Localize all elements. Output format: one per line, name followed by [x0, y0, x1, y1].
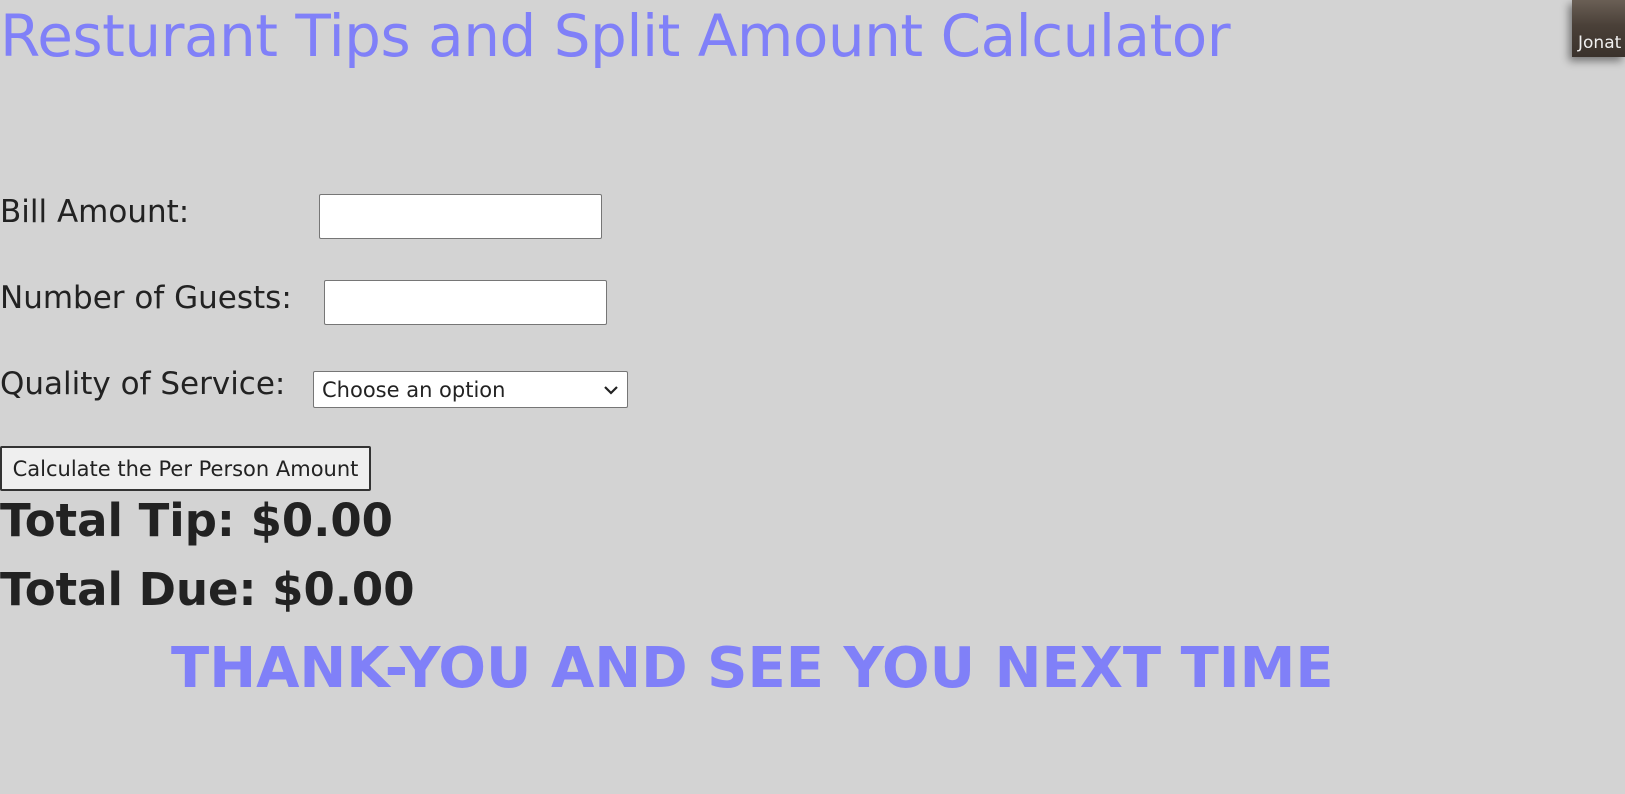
- bill-amount-input[interactable]: [319, 194, 602, 239]
- participant-video-thumbnail[interactable]: Jonat: [1572, 0, 1625, 57]
- total-tip-text: Total Tip: $0.00: [0, 494, 393, 547]
- number-of-guests-label: Number of Guests:: [0, 280, 292, 316]
- select-selected-value: Choose an option: [322, 377, 506, 402]
- calculate-button[interactable]: Calculate the Per Person Amount: [0, 446, 371, 491]
- thank-you-message: THANK-YOU AND SEE YOU NEXT TIME: [171, 636, 1334, 701]
- total-due-text: Total Due: $0.00: [0, 563, 415, 616]
- number-of-guests-input[interactable]: [324, 280, 607, 325]
- participant-name: Jonat: [1578, 33, 1622, 53]
- quality-of-service-select[interactable]: Choose an option: [313, 371, 628, 408]
- chevron-down-icon: [603, 385, 619, 395]
- quality-of-service-label: Quality of Service:: [0, 366, 286, 402]
- page-title: Resturant Tips and Split Amount Calculat…: [0, 2, 1231, 70]
- bill-amount-label: Bill Amount:: [0, 194, 190, 230]
- calculator-page: Resturant Tips and Split Amount Calculat…: [0, 0, 1625, 794]
